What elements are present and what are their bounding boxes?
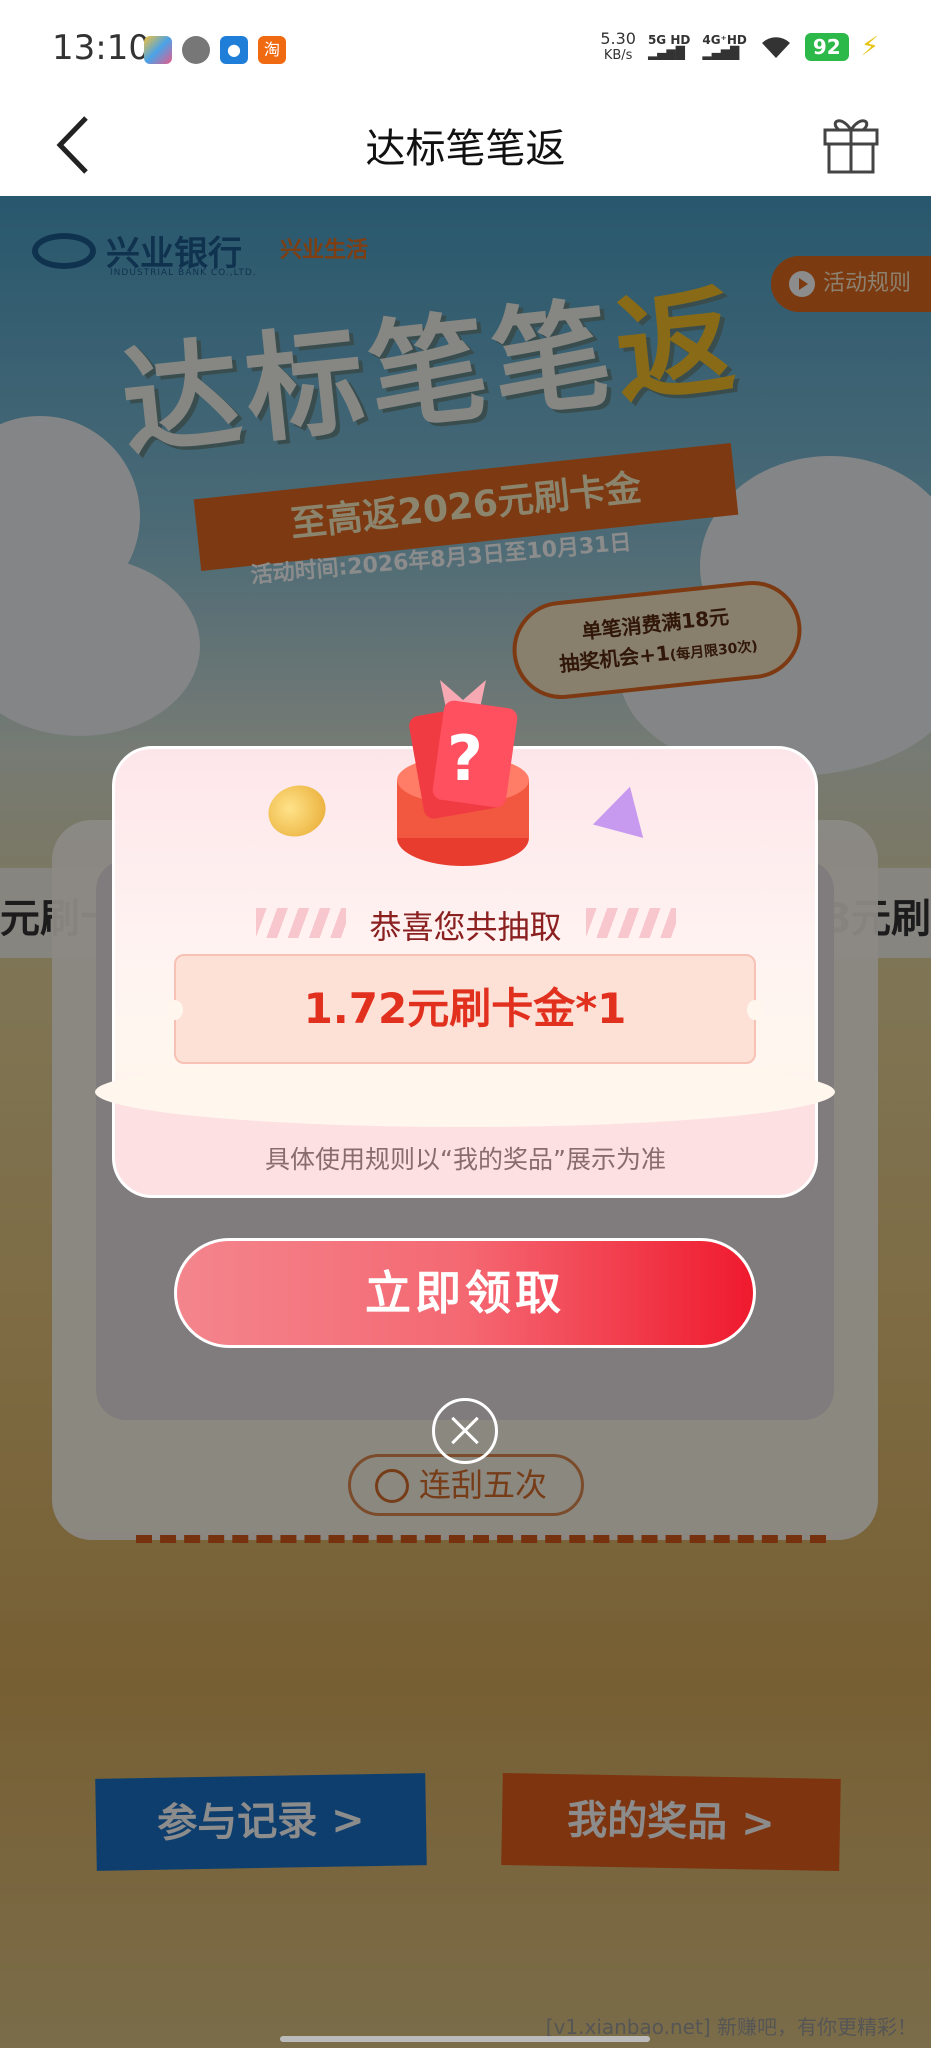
chat-bubble-icon — [182, 36, 210, 64]
mystery-gift-icon: ? — [397, 680, 529, 866]
taobao-icon: 淘 — [258, 36, 286, 64]
battery-indicator: 92 — [804, 33, 849, 61]
signal-4g: 4G⁺HD ▂▄▆█ — [702, 33, 747, 60]
question-mark: ? — [447, 722, 483, 795]
charging-bolt-icon: ⚡ — [860, 32, 879, 62]
pinwheel-icon — [144, 36, 172, 64]
home-indicator — [280, 2036, 650, 2042]
close-icon[interactable] — [432, 1398, 498, 1464]
qq-icon: ● — [220, 36, 248, 64]
prize-ticket: 1.72元刷卡金*1 — [167, 954, 763, 1064]
status-time: 13:10 — [52, 28, 150, 68]
signal-bars-icon: ▂▄▆█ — [647, 46, 685, 60]
modal-note: 具体使用规则以“我的奖品”展示为准 — [265, 1145, 666, 1174]
signal-bars-icon: ▂▄▆█ — [702, 46, 740, 60]
modal-heading: 恭喜您共抽取 — [369, 908, 562, 946]
nav-bar: 达标笔笔返 — [0, 96, 931, 196]
wifi-icon — [761, 37, 790, 58]
page-title: 达标笔笔返 — [365, 126, 566, 172]
gift-icon[interactable] — [821, 110, 881, 176]
net-speed: 5.30 KB/s — [600, 29, 636, 63]
status-bar: 13:10 ● 淘 5.30 KB/s 5G HD ▂▄▆█ 4G⁺HD ▂▄▆… — [0, 0, 931, 96]
claim-now-button[interactable]: 立即领取 — [174, 1238, 756, 1348]
signal-5g: 5G HD ▂▄▆█ — [647, 33, 691, 60]
